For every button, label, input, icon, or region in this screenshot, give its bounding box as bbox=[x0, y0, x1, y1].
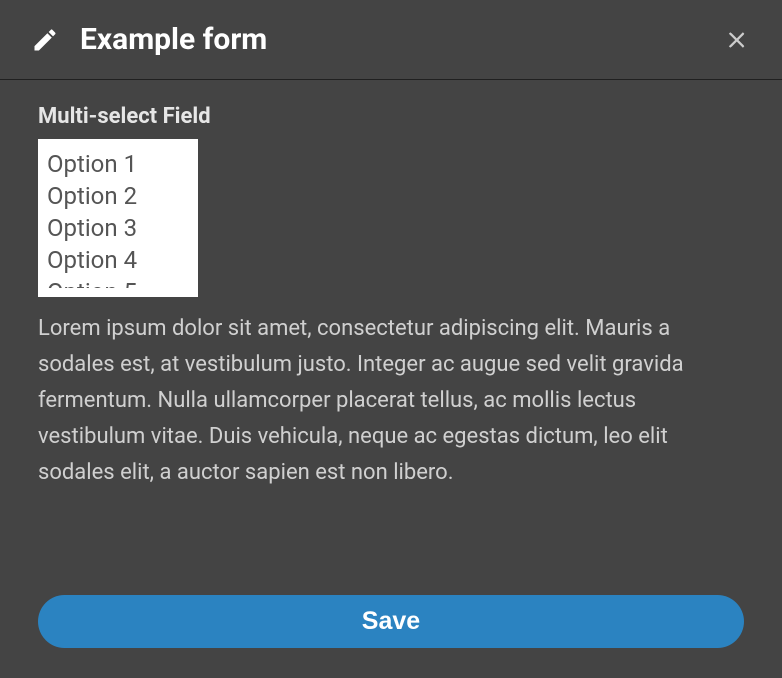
multi-select-field[interactable]: Option 1 Option 2 Option 3 Option 4 Opti… bbox=[38, 139, 198, 297]
multi-select-option[interactable]: Option 1 bbox=[47, 148, 189, 180]
multi-select-option[interactable]: Option 2 bbox=[47, 180, 189, 212]
dialog: Example form Multi-select Field Option 1… bbox=[0, 0, 782, 678]
multi-select-option[interactable]: Option 4 bbox=[47, 244, 189, 276]
pencil-icon bbox=[30, 25, 60, 55]
save-button[interactable]: Save bbox=[38, 595, 744, 648]
field-description: Lorem ipsum dolor sit amet, consectetur … bbox=[38, 311, 744, 491]
dialog-title: Example form bbox=[80, 22, 722, 57]
dialog-header: Example form bbox=[0, 0, 782, 80]
close-icon bbox=[725, 28, 749, 52]
multi-select-option[interactable]: Option 3 bbox=[47, 212, 189, 244]
multi-select-option[interactable]: Option 5 bbox=[47, 276, 189, 288]
field-label: Multi-select Field bbox=[38, 104, 744, 129]
dialog-body: Multi-select Field Option 1 Option 2 Opt… bbox=[0, 80, 782, 678]
close-button[interactable] bbox=[722, 25, 752, 55]
